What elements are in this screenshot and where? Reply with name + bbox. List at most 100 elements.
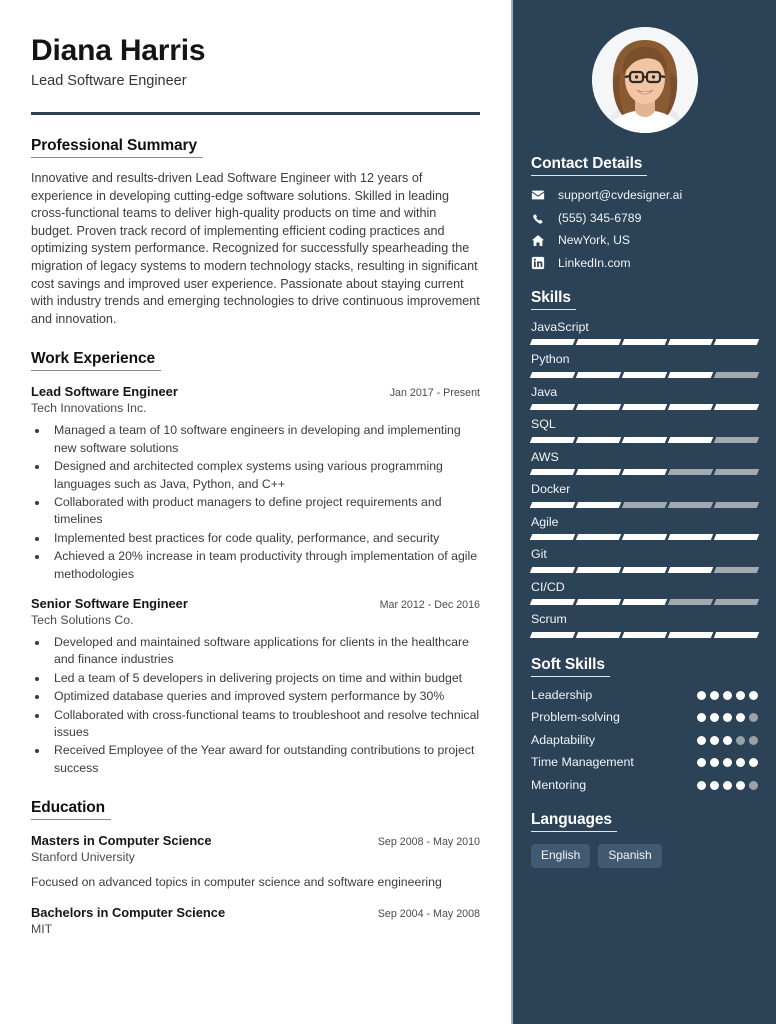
soft-skill-dot — [723, 713, 732, 723]
contact-value: support@cvdesigner.ai — [558, 188, 683, 202]
skill-level-segment — [575, 631, 622, 638]
contact-row[interactable]: (555) 345-6789 — [531, 211, 758, 226]
sidebar: Contact Details support@cvdesigner.ai (55… — [513, 0, 776, 1024]
work-experience-list: Lead Software Engineer Jan 2017 - Present… — [31, 384, 480, 777]
soft-skill-dot — [710, 735, 719, 745]
soft-skill-label: Problem-solving — [531, 710, 620, 725]
education-entry-header: Masters in Computer Science Sep 2008 - Ma… — [31, 833, 480, 848]
skill-row: CI/CD — [529, 580, 760, 606]
work-experience-entry: Lead Software Engineer Jan 2017 - Present… — [31, 384, 480, 583]
soft-skill-dot — [749, 735, 758, 745]
soft-skill-row: Time Management — [531, 755, 758, 771]
skill-level-segment — [529, 501, 576, 508]
skill-row: JavaScript — [529, 320, 760, 346]
section-heading-languages: Languages — [531, 811, 617, 833]
section-heading-professional-summary: Professional Summary — [31, 137, 203, 158]
section-contact-details: Contact Details support@cvdesigner.ai (55… — [531, 155, 758, 271]
skill-label: Docker — [531, 482, 571, 497]
work-bullet: Optimized database queries and improved … — [49, 688, 480, 705]
soft-skill-dot — [749, 758, 758, 768]
skill-level-segment — [667, 339, 714, 346]
contact-row[interactable]: LinkedIn.com — [531, 256, 758, 271]
soft-skill-dot — [697, 780, 706, 790]
skill-level-segment — [621, 566, 668, 573]
section-heading-contact-details: Contact Details — [531, 155, 648, 176]
skill-level-segment — [667, 631, 714, 638]
section-heading-soft-skills: Soft Skills — [531, 656, 610, 677]
soft-skill-dot — [749, 713, 758, 723]
soft-skill-dot — [697, 758, 706, 768]
skill-level-segment — [529, 469, 576, 476]
skill-level-bar — [529, 371, 760, 378]
soft-skill-dot — [749, 690, 758, 700]
work-bullet: Collaborated with cross-functional teams… — [49, 707, 480, 742]
skill-row: Python — [529, 352, 760, 378]
skill-level-bar — [529, 566, 760, 573]
envelope-icon — [531, 188, 551, 202]
soft-skill-row: Problem-solving — [531, 710, 758, 726]
skill-label: Python — [531, 352, 570, 367]
skill-level-bar — [529, 469, 760, 476]
skill-level-segment — [529, 566, 576, 573]
skill-level-segment — [621, 631, 668, 638]
language-chip[interactable]: Spanish — [598, 844, 662, 868]
skill-level-segment — [713, 599, 760, 606]
soft-skill-dot — [697, 713, 706, 723]
skill-level-segment — [713, 631, 760, 638]
soft-skill-rating — [697, 757, 758, 768]
skill-level-segment — [529, 599, 576, 606]
soft-skill-dot — [710, 758, 719, 768]
skill-level-segment — [529, 631, 576, 638]
skill-level-segment — [667, 371, 714, 378]
soft-skill-dot — [736, 713, 745, 723]
skill-level-segment — [667, 436, 714, 443]
education-entry-header: Bachelors in Computer Science Sep 2004 - … — [31, 905, 480, 920]
soft-skill-label: Mentoring — [531, 777, 587, 792]
work-entry-header: Senior Software Engineer Mar 2012 - Dec 2… — [31, 596, 480, 611]
skill-level-segment — [667, 534, 714, 541]
soft-skill-label: Leadership — [531, 687, 593, 702]
soft-skill-dot — [736, 735, 745, 745]
resume-page: Diana Harris Lead Software Engineer Prof… — [0, 0, 776, 1024]
skill-level-segment — [575, 501, 622, 508]
contact-value: LinkedIn.com — [558, 255, 631, 270]
skill-level-segment — [713, 371, 760, 378]
work-bullet: Implemented best practices for code qual… — [49, 530, 480, 547]
work-dates: Mar 2012 - Dec 2016 — [379, 598, 480, 611]
section-skills: Skills JavaScript Python Java SQL AWS Docker A… — [529, 289, 760, 638]
soft-skill-dot — [723, 690, 732, 700]
contact-row[interactable]: support@cvdesigner.ai — [531, 188, 758, 203]
avatar — [591, 27, 698, 133]
contact-row[interactable]: NewYork, US — [531, 233, 758, 248]
skill-row: Docker — [529, 482, 760, 508]
skill-level-bar — [529, 436, 760, 443]
soft-skill-dot — [710, 713, 719, 723]
work-company: Tech Innovations Inc. — [31, 401, 147, 416]
candidate-name: Diana Harris — [31, 34, 206, 67]
soft-skill-dot — [710, 780, 719, 790]
skill-level-segment — [713, 501, 760, 508]
education-degree: Masters in Computer Science — [31, 833, 212, 849]
languages-list: English Spanish — [531, 844, 758, 868]
soft-skill-dot — [736, 780, 745, 790]
contact-value: (555) 345-6789 — [558, 210, 642, 225]
skill-level-segment — [621, 501, 668, 508]
skill-level-segment — [713, 339, 760, 346]
work-bullet: Collaborated with product managers to de… — [49, 494, 480, 529]
skill-level-segment — [667, 599, 714, 606]
skill-level-segment — [667, 566, 714, 573]
education-description: Focused on advanced topics in computer s… — [31, 875, 442, 890]
skill-row: SQL — [529, 417, 760, 443]
skill-label: Scrum — [531, 612, 567, 627]
skill-level-bar — [529, 631, 760, 638]
page-title: Diana Harris Lead Software Engineer — [31, 34, 480, 90]
phone-icon — [531, 211, 551, 225]
language-chip[interactable]: English — [531, 844, 591, 868]
skill-level-segment — [575, 371, 622, 378]
skill-row: Scrum — [529, 612, 760, 638]
skill-level-segment — [575, 339, 622, 346]
skill-level-segment — [713, 534, 760, 541]
soft-skill-dot — [710, 690, 719, 700]
skill-level-bar — [529, 339, 760, 346]
section-heading-education: Education — [31, 799, 112, 821]
